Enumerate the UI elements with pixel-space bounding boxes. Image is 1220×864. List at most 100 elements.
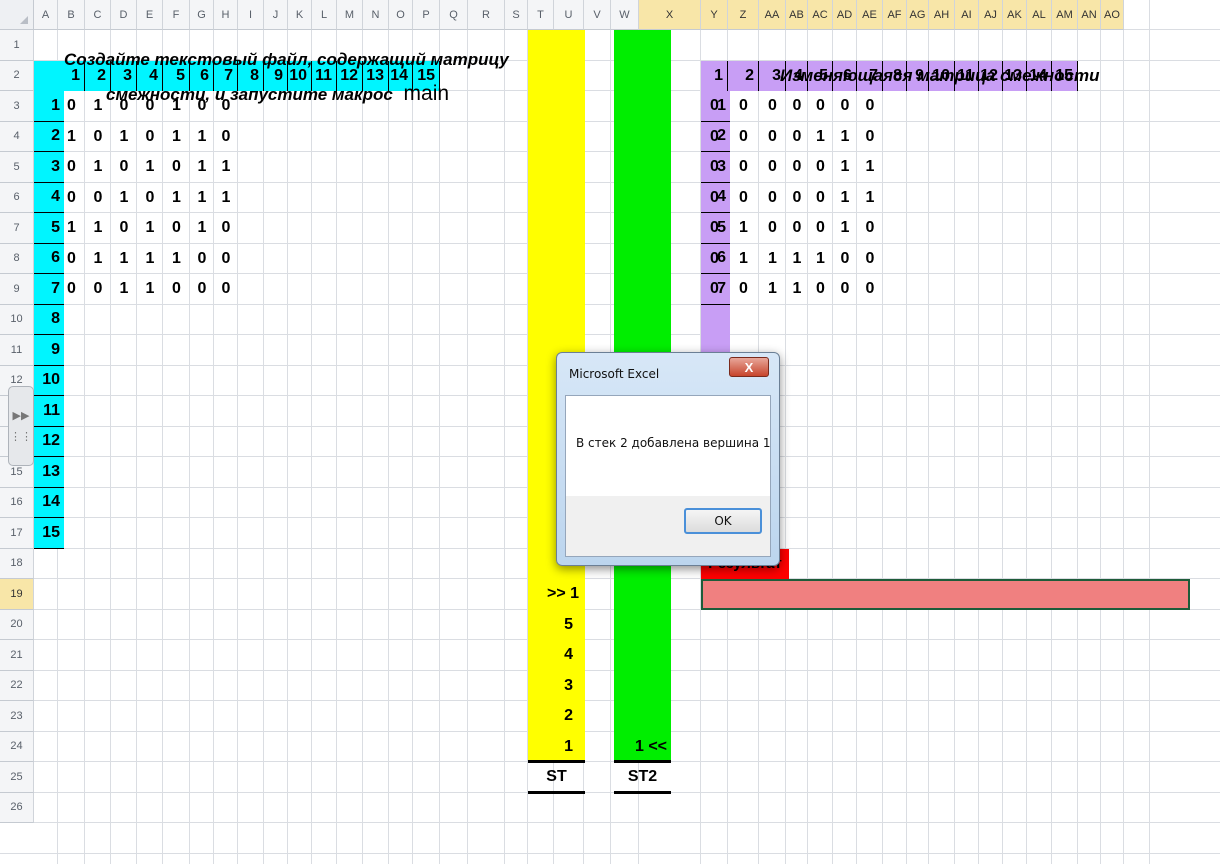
column-header[interactable]: AN	[1078, 0, 1101, 30]
row-header[interactable]: 9	[0, 274, 34, 305]
column-header[interactable]: C	[85, 0, 111, 30]
left-matrix-cell: 1	[67, 127, 76, 145]
left-matrix-cell: 0	[67, 249, 76, 267]
column-header[interactable]: AG	[907, 0, 929, 30]
column-header[interactable]: AI	[955, 0, 979, 30]
row-header[interactable]: 1	[0, 30, 34, 61]
right-matrix-cell: 1	[816, 127, 825, 145]
column-header[interactable]: N	[363, 0, 389, 30]
row-header[interactable]: 11	[0, 335, 34, 366]
left-matrix-cell: 1	[197, 127, 207, 145]
column-header[interactable]: AE	[857, 0, 883, 30]
gridline-v	[263, 0, 264, 864]
left-row-label: 14	[34, 487, 64, 518]
row-header[interactable]: 22	[0, 670, 34, 701]
column-header[interactable]: X	[639, 0, 701, 30]
row-header[interactable]: 5	[0, 152, 34, 183]
row-header[interactable]: 3	[0, 91, 34, 122]
gridline-v	[439, 0, 440, 864]
left-matrix-cell: 1	[119, 249, 129, 267]
left-matrix-cell: 1	[145, 219, 155, 237]
right-matrix-cell: 1	[768, 280, 777, 298]
column-header[interactable]: Z	[728, 0, 759, 30]
column-header[interactable]: R	[468, 0, 505, 30]
column-header[interactable]: P	[413, 0, 440, 30]
select-all-corner[interactable]	[0, 0, 34, 30]
result-cell[interactable]	[701, 579, 1190, 610]
row-header[interactable]: 26	[0, 792, 34, 823]
column-header[interactable]: AB	[786, 0, 808, 30]
gridline-h	[0, 730, 1220, 732]
right-matrix-cell: 1	[840, 219, 850, 237]
left-matrix-cell: 0	[221, 219, 231, 237]
row-header[interactable]: 6	[0, 182, 34, 213]
row-header[interactable]: 19	[0, 579, 34, 610]
row-header[interactable]: 4	[0, 121, 34, 152]
right-matrix-cell: 0	[739, 97, 748, 115]
row-header[interactable]: 16	[0, 487, 34, 518]
left-row-label: 8	[34, 304, 64, 335]
row-header[interactable]: 10	[0, 304, 34, 335]
column-header[interactable]: AF	[883, 0, 907, 30]
close-icon: X	[744, 359, 754, 375]
left-row-label: 12	[34, 426, 64, 457]
column-header[interactable]: M	[337, 0, 363, 30]
column-header[interactable]: G	[190, 0, 214, 30]
column-header[interactable]: I	[238, 0, 264, 30]
column-header[interactable]: Q	[440, 0, 468, 30]
right-matrix-cell: 0	[840, 97, 850, 115]
column-header[interactable]: AK	[1003, 0, 1027, 30]
column-header[interactable]: AL	[1027, 0, 1052, 30]
row-header[interactable]: 24	[0, 731, 34, 762]
side-pane-handle[interactable]: ▶▶ ⋮⋮	[8, 386, 34, 466]
row-header[interactable]: 20	[0, 609, 34, 640]
column-header[interactable]: E	[137, 0, 163, 30]
left-matrix-cell: 1	[119, 280, 129, 298]
column-header[interactable]: Y	[701, 0, 728, 30]
grip-icon: ⋮⋮	[10, 431, 32, 443]
row-header[interactable]: 8	[0, 243, 34, 274]
column-header[interactable]: O	[389, 0, 413, 30]
column-header[interactable]: AM	[1052, 0, 1078, 30]
column-header[interactable]: AD	[833, 0, 857, 30]
gridline-v	[311, 0, 312, 864]
gridline-v	[1077, 0, 1078, 864]
column-header[interactable]: AA	[759, 0, 786, 30]
row-header[interactable]: 23	[0, 701, 34, 732]
ok-button[interactable]: OK	[684, 508, 762, 534]
column-header[interactable]: S	[505, 0, 528, 30]
left-row-label: 9	[34, 335, 64, 366]
left-matrix-cell: 0	[197, 249, 207, 267]
row-header[interactable]: 7	[0, 213, 34, 244]
column-header[interactable]: H	[214, 0, 238, 30]
left-matrix-cell: 1	[145, 158, 155, 176]
column-header[interactable]: AJ	[979, 0, 1003, 30]
column-header[interactable]: B	[58, 0, 85, 30]
column-header[interactable]: K	[288, 0, 312, 30]
left-matrix-cell: 1	[221, 158, 231, 176]
column-header[interactable]: V	[584, 0, 611, 30]
row-header[interactable]: 2	[0, 60, 34, 91]
row-header[interactable]: 18	[0, 548, 34, 579]
left-matrix-cell: 1	[67, 219, 76, 237]
column-header[interactable]: U	[554, 0, 584, 30]
column-header[interactable]: AC	[808, 0, 833, 30]
left-matrix-cell: 0	[67, 188, 76, 206]
left-matrix-cell: 1	[93, 158, 103, 176]
column-header[interactable]: A	[34, 0, 58, 30]
column-header[interactable]: AH	[929, 0, 955, 30]
column-header[interactable]: W	[611, 0, 639, 30]
row-header[interactable]: 17	[0, 518, 34, 549]
column-header[interactable]: F	[163, 0, 190, 30]
row-header[interactable]: 21	[0, 640, 34, 671]
column-header[interactable]: L	[312, 0, 337, 30]
gridline-v	[954, 0, 955, 864]
row-header[interactable]: 25	[0, 762, 34, 793]
column-header[interactable]: J	[264, 0, 288, 30]
column-header[interactable]: T	[528, 0, 554, 30]
right-matrix-cell: 1	[792, 280, 802, 298]
left-matrix-cell: 0	[172, 219, 181, 237]
column-header[interactable]: AO	[1101, 0, 1124, 30]
close-button[interactable]: X	[729, 357, 769, 377]
column-header[interactable]: D	[111, 0, 137, 30]
